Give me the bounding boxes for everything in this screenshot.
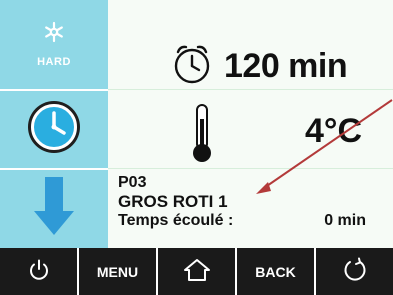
home-icon bbox=[183, 258, 211, 285]
program-name: GROS ROTI 1 bbox=[118, 192, 228, 211]
duration-value: 120 min bbox=[224, 46, 348, 85]
program-info: P03 GROS ROTI 1 Temps écoulé : 0 min bbox=[118, 174, 366, 230]
refresh-button[interactable] bbox=[316, 248, 393, 295]
back-button-label: BACK bbox=[255, 263, 296, 280]
power-button[interactable] bbox=[0, 248, 77, 295]
duration-display: 120 min bbox=[170, 36, 348, 96]
elapsed-row: Temps écoulé : 0 min bbox=[118, 212, 366, 230]
power-icon bbox=[27, 258, 51, 285]
temperature-value: 4°C bbox=[304, 112, 362, 150]
clock-button[interactable] bbox=[0, 91, 108, 168]
bottom-nav: MENU BACK bbox=[0, 248, 393, 295]
arrow-down-icon bbox=[34, 176, 74, 242]
home-button[interactable] bbox=[158, 248, 235, 295]
elapsed-label: Temps écoulé : bbox=[118, 212, 234, 229]
menu-button-label: MENU bbox=[96, 263, 139, 280]
menu-button[interactable]: MENU bbox=[79, 248, 156, 295]
scroll-down-button[interactable] bbox=[0, 170, 108, 248]
timer-icon bbox=[170, 42, 214, 91]
mode-hard-button[interactable]: HARD bbox=[0, 0, 108, 89]
controller-screen: HARD 120 min 4°C P03 GROS ROTI 1 Temps é… bbox=[0, 0, 393, 295]
elapsed-value: 0 min bbox=[324, 212, 366, 229]
mode-label: HARD bbox=[37, 56, 71, 68]
clock-icon bbox=[26, 99, 82, 160]
back-button[interactable]: BACK bbox=[237, 248, 314, 295]
program-code: P03 bbox=[118, 174, 147, 191]
thermometer-icon bbox=[190, 103, 214, 170]
refresh-icon bbox=[342, 257, 368, 286]
snowflake-icon bbox=[43, 21, 65, 48]
panel-divider bbox=[108, 168, 393, 169]
